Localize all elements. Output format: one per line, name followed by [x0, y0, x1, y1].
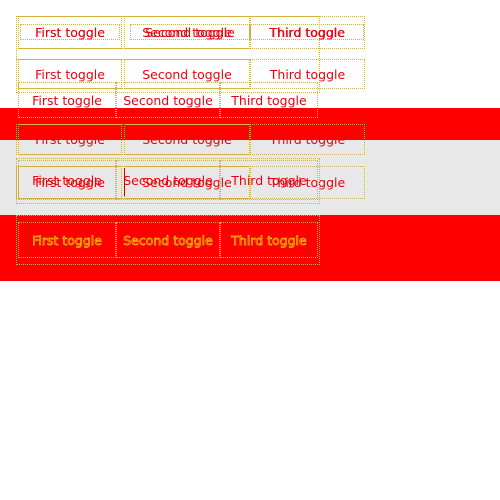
- group-3-third-toggle-label: Third toggle: [269, 132, 346, 147]
- group-3-first-toggle[interactable]: First toggle: [18, 124, 122, 155]
- group-2-first-toggle-wrapped-label: First toggle: [32, 92, 102, 108]
- group-5-second-toggle[interactable]: Second toggle: [116, 222, 220, 258]
- group-2-third-toggle-wrapped-label: Third toggle: [231, 92, 307, 108]
- group-3-second-toggle[interactable]: Second toggle: [124, 124, 250, 155]
- group-5-first-toggle[interactable]: First toggle: [18, 222, 116, 258]
- group-2-second-toggle-wrapped[interactable]: Second toggle: [116, 82, 220, 118]
- group-1-second-toggle-inline[interactable]: Second toggle: [130, 24, 250, 40]
- group-3-first-toggle-label: First toggle: [35, 132, 105, 147]
- group-2-first-toggle-label: First toggle: [35, 66, 105, 82]
- group-1-third-toggle-inline-label: Third toggle: [269, 24, 345, 40]
- group-1-first-toggle-inline-label: First toggle: [35, 24, 105, 40]
- group-3-second-toggle-label: Second toggle: [142, 132, 232, 147]
- group-4-second-toggle-wrapped-label: Second toggle: [123, 172, 213, 188]
- group-2-third-toggle-wrapped[interactable]: Third toggle: [220, 82, 318, 118]
- group-4-second-toggle-wrapped[interactable]: Second toggle: [116, 160, 220, 200]
- group-1-second-toggle-inline-label: Second toggle: [145, 24, 235, 40]
- group-1-third-toggle-inline[interactable]: Third toggle: [250, 24, 364, 40]
- group-4-separator: [124, 168, 125, 196]
- group-2-second-toggle-wrapped-label: Second toggle: [123, 92, 213, 108]
- group-5-first-toggle-label: First toggle: [32, 232, 103, 248]
- group-3-third-toggle[interactable]: Third toggle: [250, 124, 365, 155]
- group-2-third-toggle-label: Third toggle: [269, 66, 346, 82]
- group-1-first-toggle-inline[interactable]: First toggle: [20, 24, 120, 40]
- group-5-second-toggle-label: Second toggle: [123, 232, 213, 248]
- group-4-first-toggle-wrapped-label: First toggle: [32, 172, 102, 188]
- group-5-third-toggle[interactable]: Third toggle: [220, 222, 318, 258]
- group-4-first-toggle-wrapped[interactable]: First toggle: [18, 160, 116, 200]
- group-2-second-toggle-label: Second toggle: [142, 66, 232, 82]
- group-4-third-toggle-wrapped[interactable]: Third toggle: [220, 160, 318, 200]
- group-5-third-toggle-label: Third toggle: [231, 232, 307, 248]
- group-4-third-toggle-wrapped-label: Third toggle: [231, 172, 307, 188]
- group-2-first-toggle-wrapped[interactable]: First toggle: [18, 82, 116, 118]
